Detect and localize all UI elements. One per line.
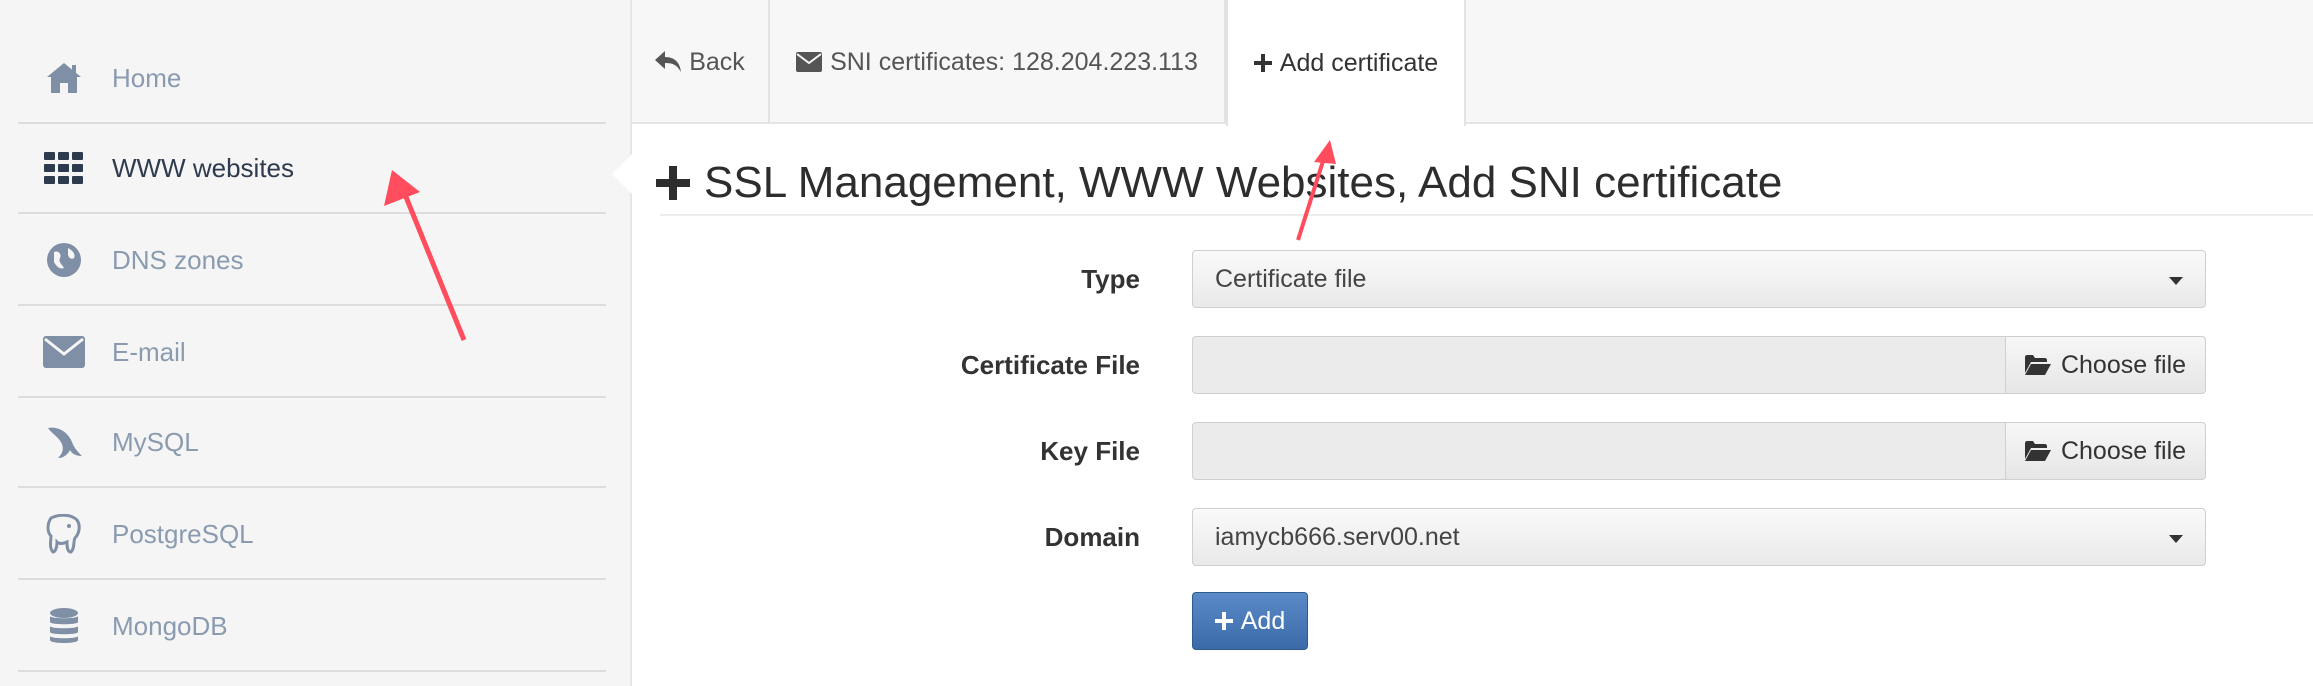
tab-back[interactable]: Back bbox=[632, 0, 770, 124]
dolphin-icon bbox=[40, 418, 88, 466]
type-select[interactable]: Certificate file bbox=[1192, 250, 2206, 308]
choose-file-label: Choose file bbox=[2060, 436, 2187, 465]
domain-label: Domain bbox=[1044, 522, 1140, 552]
choose-file-label: Choose file bbox=[2060, 350, 2187, 379]
tab-add-label: Add certificate bbox=[1279, 48, 1439, 77]
sidebar: Home WWW websites DNS zones E-mail MySQL… bbox=[0, 0, 632, 686]
key-file-path[interactable] bbox=[1193, 423, 2005, 479]
certificate-file-path[interactable] bbox=[1193, 337, 2005, 393]
folder-open-icon bbox=[2024, 355, 2051, 375]
tab-add-certificate[interactable]: Add certificate bbox=[1226, 0, 1466, 126]
sidebar-item-postgresql[interactable]: PostgreSQL bbox=[18, 490, 606, 580]
plus-icon bbox=[1214, 612, 1233, 630]
tab-bar: Back SNI certificates: 128.204.223.113 A… bbox=[632, 0, 2313, 126]
domain-select-value: iamycb666.serv00.net bbox=[1215, 522, 1460, 551]
reply-icon bbox=[655, 51, 682, 72]
chevron-down-icon bbox=[2169, 277, 2183, 285]
key-file-label: Key File bbox=[1040, 436, 1140, 466]
tab-back-label: Back bbox=[689, 47, 745, 76]
elephant-icon bbox=[40, 510, 88, 558]
page-title: SSL Management, WWW Websites, Add SNI ce… bbox=[656, 150, 1782, 216]
tab-sni-label: SNI certificates: 128.204.223.113 bbox=[830, 47, 1198, 76]
sidebar-item-home[interactable]: Home bbox=[18, 34, 606, 124]
type-select-value: Certificate file bbox=[1215, 264, 1367, 293]
page-title-text: SSL Management, WWW Websites, Add SNI ce… bbox=[704, 158, 1783, 207]
sidebar-item-www-websites[interactable]: WWW websites bbox=[18, 124, 606, 214]
domain-select[interactable]: iamycb666.serv00.net bbox=[1192, 508, 2206, 566]
sidebar-item-label: E-mail bbox=[112, 336, 186, 367]
certificate-choose-file-button[interactable]: Choose file bbox=[2005, 337, 2205, 393]
certificate-file-input[interactable]: Choose file bbox=[1192, 336, 2206, 394]
sidebar-item-dns-zones[interactable]: DNS zones bbox=[18, 216, 606, 306]
grid-icon bbox=[40, 144, 88, 192]
sidebar-item-email[interactable]: E-mail bbox=[18, 308, 606, 398]
add-button-label: Add bbox=[1240, 606, 1286, 635]
sidebar-item-label: MongoDB bbox=[112, 610, 228, 641]
key-file-input[interactable]: Choose file bbox=[1192, 422, 2206, 480]
chevron-down-icon bbox=[2169, 535, 2183, 543]
envelope-icon bbox=[796, 52, 823, 72]
plus-icon bbox=[1253, 54, 1272, 72]
active-indicator bbox=[612, 152, 634, 196]
sidebar-item-label: PostgreSQL bbox=[112, 518, 254, 549]
certificate-file-label: Certificate File bbox=[960, 350, 1140, 380]
sidebar-item-mysql[interactable]: MySQL bbox=[18, 398, 606, 488]
database-icon bbox=[40, 602, 88, 650]
sidebar-item-label: Home bbox=[112, 62, 182, 93]
sidebar-item-label: MySQL bbox=[112, 426, 199, 457]
sidebar-item-label: DNS zones bbox=[112, 244, 244, 275]
divider bbox=[660, 214, 2313, 216]
type-label: Type bbox=[1081, 264, 1140, 294]
folder-open-icon bbox=[2024, 441, 2051, 461]
sidebar-item-label: WWW websites bbox=[112, 152, 294, 183]
globe-icon bbox=[40, 236, 88, 284]
sidebar-item-mongodb[interactable]: MongoDB bbox=[18, 582, 606, 672]
key-choose-file-button[interactable]: Choose file bbox=[2005, 423, 2205, 479]
add-button[interactable]: Add bbox=[1192, 592, 1308, 650]
home-icon bbox=[40, 54, 88, 102]
tab-sni-certificates[interactable]: SNI certificates: 128.204.223.113 bbox=[770, 0, 1226, 124]
plus-icon bbox=[656, 166, 690, 200]
envelope-icon bbox=[40, 328, 88, 376]
